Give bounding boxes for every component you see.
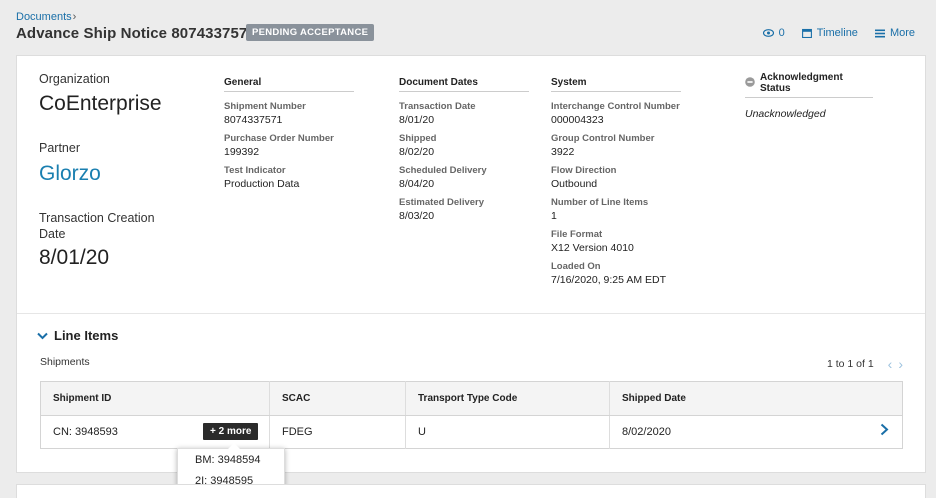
scheduled-delivery-label: Scheduled Delivery [399, 165, 487, 176]
scheduled-delivery-value: 8/04/20 [399, 178, 435, 190]
system-field: Interchange Control Number 000004323 [551, 101, 681, 126]
column-header-scac[interactable]: SCAC [269, 381, 406, 416]
flow-direction-value: Outbound [551, 178, 598, 190]
table-row[interactable]: CN: 3948593 FDEG U 8/02/2020 [40, 415, 903, 449]
partner-link[interactable]: Glorzo [39, 162, 101, 186]
breadcrumb-documents-link[interactable]: Documents [16, 11, 72, 23]
pagination: 1 to 1 of 1 ‹ › [827, 356, 903, 372]
acknowledgment-heading: Acknowledgment Status [760, 72, 843, 94]
file-format-label: File Format [551, 229, 603, 240]
header-actions: 0 Timeline More [762, 27, 915, 39]
date-field: Scheduled Delivery 8/04/20 [399, 165, 529, 190]
calendar-icon [801, 28, 812, 38]
test-indicator-value: Production Data [224, 178, 300, 190]
line-items-title: Line Items [54, 328, 119, 343]
menu-icon [874, 29, 885, 38]
shipments-label: Shipments [40, 356, 90, 368]
timeline-button[interactable]: Timeline [801, 27, 858, 39]
system-field: Loaded On 7/16/2020, 9:25 AM EDT [551, 261, 681, 286]
shipped-label: Shipped [399, 133, 437, 144]
page-title: Advance Ship Notice 8074337571 [16, 25, 256, 42]
more-label: More [889, 27, 915, 39]
acknowledgment-value: Unacknowledged [745, 108, 826, 120]
cell-scac: FDEG [269, 415, 406, 449]
table-header-row: Shipment ID SCAC Transport Type Code Shi… [40, 381, 903, 416]
row-chevron-right-icon[interactable] [880, 423, 889, 441]
column-header-shipped-date[interactable]: Shipped Date [609, 381, 903, 416]
breadcrumb-separator: › [72, 11, 77, 23]
loaded-on-label: Loaded On [551, 261, 601, 272]
general-field: Purchase Order Number 199392 [224, 133, 354, 158]
views-button[interactable]: 0 [762, 27, 785, 39]
system-field: Flow Direction Outbound [551, 165, 681, 190]
general-field: Test Indicator Production Data [224, 165, 354, 190]
popover-arrow [228, 443, 240, 449]
timeline-label: Timeline [816, 27, 858, 39]
column-header-shipment-id[interactable]: Shipment ID [40, 381, 270, 416]
shipped-value: 8/02/20 [399, 146, 435, 158]
general-field: Shipment Number 8074337571 [224, 101, 354, 126]
more-button[interactable]: More [874, 27, 915, 39]
cell-transport-type: U [405, 415, 610, 449]
shipment-number-value: 8074337571 [224, 114, 283, 126]
acknowledgment-section: Acknowledgment Status Unacknowledged [745, 72, 873, 120]
estimated-delivery-value: 8/03/20 [399, 210, 435, 222]
line-items-toggle[interactable]: Line Items [37, 328, 118, 343]
eye-icon [762, 29, 774, 37]
partner-label: Partner [39, 141, 80, 155]
more-ids-badge[interactable]: + 2 more [203, 423, 259, 440]
po-number-value: 199392 [224, 146, 260, 158]
line-items-count-value: 1 [551, 210, 557, 222]
breadcrumb: Documents› [16, 11, 76, 23]
system-field: File Format X12 Version 4010 [551, 229, 681, 254]
document-dates-section: Document Dates Transaction Date 8/01/20 … [399, 72, 529, 222]
status-badge: PENDING ACCEPTANCE [246, 24, 375, 41]
organization-value: CoEnterprise [39, 92, 162, 115]
section-divider [17, 313, 925, 314]
system-section: System Interchange Control Number 000004… [551, 72, 681, 286]
line-items-count-label: Number of Line Items [551, 197, 649, 208]
estimated-delivery-label: Estimated Delivery [399, 197, 485, 208]
top-bar: Documents› Advance Ship Notice 807433757… [0, 0, 936, 52]
group-control-value: 3922 [551, 146, 575, 158]
transaction-date-label: Transaction Date [399, 101, 476, 112]
document-dates-heading: Document Dates [399, 77, 529, 92]
shipment-number-label: Shipment Number [224, 101, 306, 112]
document-details-card: Organization CoEnterprise Partner Glorzo… [16, 55, 926, 493]
chevron-right-icon[interactable]: › [898, 356, 903, 372]
chevron-left-icon[interactable]: ‹ [888, 356, 893, 372]
loaded-on-value: 7/16/2020, 9:25 AM EDT [551, 274, 666, 286]
general-heading: General [224, 77, 354, 92]
organization-label: Organization [39, 72, 110, 86]
minus-circle-icon [745, 76, 755, 90]
system-field: Group Control Number 3922 [551, 133, 681, 158]
shipments-table: Shipment ID SCAC Transport Type Code Shi… [40, 381, 903, 449]
general-section: General Shipment Number 8074337571 Purch… [224, 72, 354, 190]
flow-direction-label: Flow Direction [551, 165, 617, 176]
date-field: Transaction Date 8/01/20 [399, 101, 529, 126]
acknowledgment-heading-row: Acknowledgment Status [745, 72, 873, 98]
test-indicator-label: Test Indicator [224, 165, 286, 176]
date-field: Shipped 8/02/20 [399, 133, 529, 158]
column-header-transport-type[interactable]: Transport Type Code [405, 381, 610, 416]
po-number-label: Purchase Order Number [224, 133, 334, 144]
pagination-text: 1 to 1 of 1 [826, 358, 874, 370]
chevron-down-icon [37, 328, 48, 343]
transaction-creation-value: 8/01/20 [39, 246, 110, 269]
date-field: Estimated Delivery 8/03/20 [399, 197, 529, 222]
interchange-control-label: Interchange Control Number [551, 101, 680, 112]
group-control-label: Group Control Number [551, 133, 655, 144]
system-heading: System [551, 77, 681, 92]
interchange-control-value: 000004323 [551, 114, 604, 126]
transaction-date-value: 8/01/20 [399, 114, 435, 126]
cell-shipped-date: 8/02/2020 [622, 426, 671, 438]
file-format-value: X12 Version 4010 [551, 242, 634, 254]
transaction-creation-label: Transaction Creation Date [39, 211, 155, 241]
next-section-card [16, 484, 926, 498]
popover-item: BM: 3948594 [195, 454, 261, 466]
system-field: Number of Line Items 1 [551, 197, 681, 222]
views-count: 0 [778, 27, 785, 39]
